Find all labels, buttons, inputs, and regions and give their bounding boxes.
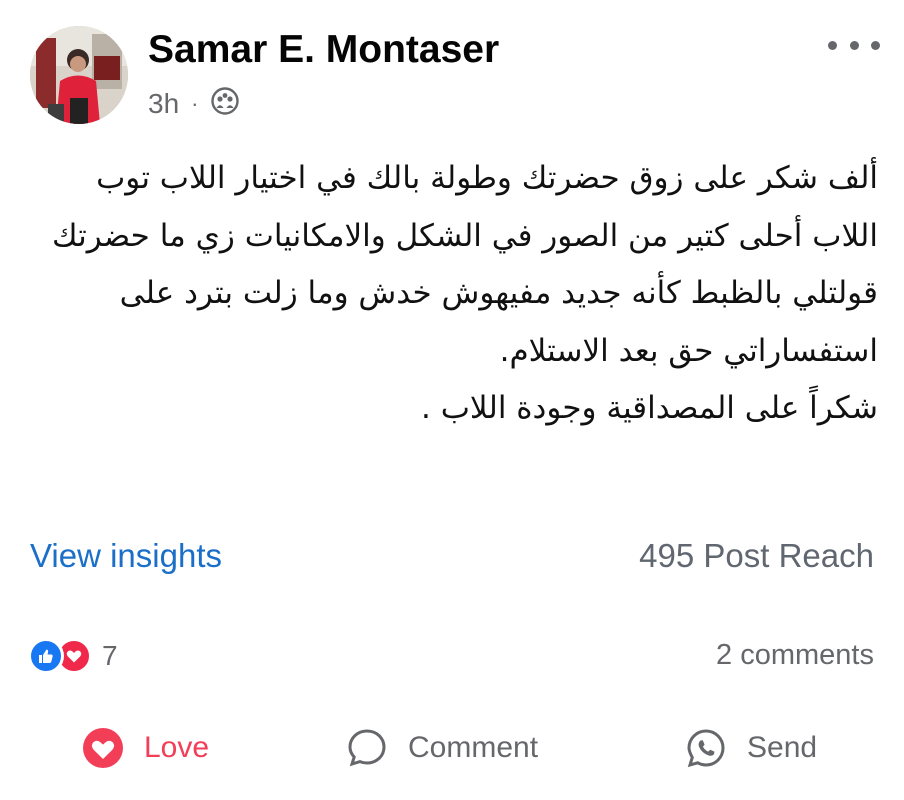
avatar-photo — [30, 26, 128, 124]
comment-label: Comment — [408, 731, 539, 764]
avatar[interactable] — [30, 26, 128, 124]
comment-icon — [344, 725, 390, 771]
send-button[interactable]: Send — [683, 722, 817, 774]
author-name[interactable]: Samar E. Montaser — [148, 26, 499, 74]
friends-icon — [210, 86, 240, 123]
more-horizontal-icon[interactable] — [828, 30, 880, 60]
heart-icon — [80, 725, 126, 771]
meta-separator: · — [191, 91, 199, 116]
love-button[interactable]: Love — [80, 722, 209, 774]
post-meta: 3h · — [148, 84, 240, 124]
post-reach: 495 Post Reach — [639, 537, 874, 574]
post-text: ألف شكر على زوق حضرتك وطولة بالك في اختي… — [51, 160, 878, 426]
love-label: Love — [144, 731, 210, 764]
view-insights-link[interactable]: View insights — [30, 532, 222, 580]
post-card: Samar E. Montaser 3h · ألف شكر على زوق ح… — [0, 0, 904, 800]
post-time[interactable]: 3h — [148, 88, 179, 120]
like-icon — [28, 638, 64, 674]
reaction-summary[interactable]: 7 — [28, 636, 118, 676]
reaction-count: 7 — [102, 640, 118, 671]
comment-button[interactable]: Comment — [344, 722, 538, 774]
whatsapp-icon — [683, 725, 729, 771]
send-label: Send — [747, 731, 818, 764]
comments-count[interactable]: 2 comments — [716, 634, 874, 676]
